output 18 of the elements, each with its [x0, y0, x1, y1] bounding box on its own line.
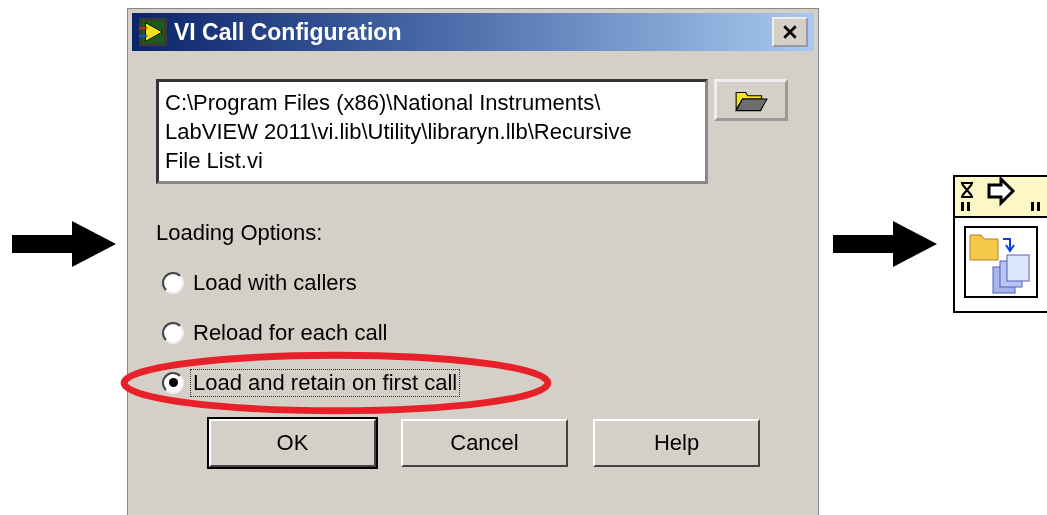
option-label[interactable]: Reload for each call	[190, 318, 391, 347]
option-label[interactable]: Load and retain on first call	[190, 368, 461, 397]
section-label: Loading Options:	[156, 220, 324, 246]
radio-button[interactable]	[162, 371, 184, 394]
radio-button[interactable]	[162, 321, 184, 344]
close-icon	[782, 24, 798, 40]
path-field[interactable]: C:\Program Files (x86)\National Instruments\ LabVIEW 2011\vi.lib\Utility\libraryn.llb\Recursive File List.vi	[156, 79, 708, 184]
browse-button[interactable]	[714, 79, 788, 121]
dialog-button[interactable]: OK	[209, 419, 376, 467]
dialog-button[interactable]: Cancel	[401, 419, 568, 467]
right-arrow-icon	[12, 221, 116, 267]
close-button[interactable]	[772, 17, 808, 47]
right-arrow-icon	[833, 221, 937, 267]
option-label[interactable]: Load with callers	[190, 268, 360, 297]
vi-icon	[138, 17, 168, 47]
window-title: VI Call Configuration	[174, 18, 403, 46]
dialog-button[interactable]: Help	[593, 419, 760, 467]
radio-button[interactable]	[162, 271, 184, 294]
